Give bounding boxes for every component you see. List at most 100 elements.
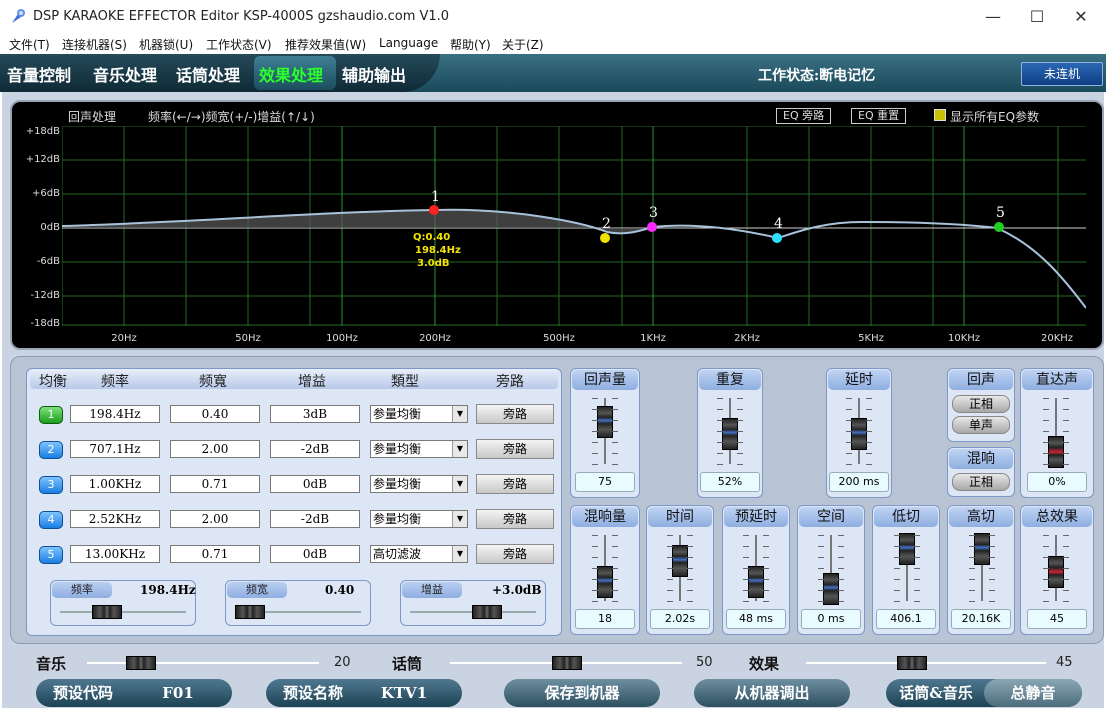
echo-mono-button[interactable]: 单声 — [952, 416, 1010, 434]
band-button-5[interactable]: 5 — [39, 546, 63, 564]
col-band: 均衡 — [39, 374, 67, 390]
eq-curve-graph[interactable] — [62, 126, 1086, 326]
bypass-button[interactable]: 旁路 — [476, 404, 554, 424]
highcut-value: 20.16K — [951, 609, 1011, 629]
close-button[interactable]: ✕ — [1058, 0, 1104, 34]
bypass-button[interactable]: 旁路 — [476, 474, 554, 494]
q-input[interactable]: 0.71 — [170, 475, 260, 493]
bw-slider-knob[interactable] — [235, 605, 265, 619]
gain-input[interactable]: 0dB — [270, 545, 360, 563]
eq-bypass-button[interactable]: EQ 旁路 — [776, 108, 832, 124]
menu-recommend[interactable]: 推荐效果值(W) — [285, 36, 366, 53]
type-select-value: 参量均衡 — [373, 407, 422, 421]
q-input[interactable]: 0.71 — [170, 545, 260, 563]
bw-slider-label: 频宽 — [227, 582, 287, 598]
bypass-button[interactable]: 旁路 — [476, 439, 554, 459]
chevron-down-icon[interactable]: ▼ — [452, 476, 467, 492]
echo-volume-knob[interactable] — [597, 406, 613, 438]
gain-slider-knob[interactable] — [472, 605, 502, 619]
band-button-2[interactable]: 2 — [39, 441, 63, 459]
q-input[interactable]: 0.40 — [170, 405, 260, 423]
slider-tick — [687, 557, 693, 558]
reverb-volume-knob[interactable] — [597, 566, 613, 598]
menu-connect[interactable]: 连接机器(S) — [62, 36, 127, 53]
delay-knob[interactable] — [851, 418, 867, 450]
save-to-device-button[interactable]: 保存到机器 — [504, 679, 660, 707]
x-tick-label: 5KHz — [858, 333, 884, 344]
connect-status-button[interactable]: 未连机 — [1021, 62, 1103, 86]
band-button-1[interactable]: 1 — [39, 406, 63, 424]
eq-title: 回声处理 — [68, 110, 117, 124]
tab-aux[interactable]: 辅助输出 — [342, 62, 406, 86]
slider-tick — [763, 579, 769, 580]
load-from-device-button[interactable]: 从机器调出 — [694, 679, 850, 707]
slider-tick — [1063, 442, 1069, 443]
menu-language[interactable]: Language — [379, 36, 438, 50]
chevron-down-icon[interactable]: ▼ — [452, 406, 467, 422]
slider-tick — [866, 409, 872, 410]
total-effect-knob[interactable] — [1048, 556, 1064, 588]
menu-file[interactable]: 文件(T) — [9, 36, 50, 53]
repeat-title: 重复 — [699, 370, 761, 390]
gain-input[interactable]: -2dB — [270, 440, 360, 458]
menu-work-status[interactable]: 工作状态(V) — [206, 36, 272, 53]
master-mute-button[interactable]: 总静音 — [984, 679, 1082, 707]
slider-tick — [969, 535, 975, 536]
chevron-down-icon[interactable]: ▼ — [452, 546, 467, 562]
gain-input[interactable]: 3dB — [270, 405, 360, 423]
music-slider-knob[interactable] — [126, 656, 156, 670]
menu-help[interactable]: 帮助(Y) — [450, 36, 491, 53]
slider-tick — [914, 568, 920, 569]
freq-input[interactable]: 13.00KHz — [70, 545, 160, 563]
q-input[interactable]: 2.00 — [170, 440, 260, 458]
predelay-knob[interactable] — [748, 566, 764, 598]
slider-tick — [612, 431, 618, 432]
freq-slider-knob[interactable] — [92, 605, 122, 619]
chevron-down-icon[interactable]: ▼ — [452, 441, 467, 457]
band-button-3[interactable]: 3 — [39, 476, 63, 494]
band-button-4[interactable]: 4 — [39, 511, 63, 529]
minimize-button[interactable]: — — [970, 0, 1016, 34]
reverb-phase-button[interactable]: 正相 — [952, 473, 1010, 491]
direct-value: 0% — [1027, 472, 1087, 492]
gain-input[interactable]: 0dB — [270, 475, 360, 493]
tab-music[interactable]: 音乐处理 — [93, 62, 157, 86]
space-knob[interactable] — [823, 573, 839, 605]
bypass-button[interactable]: 旁路 — [476, 509, 554, 529]
lowcut-knob[interactable] — [899, 533, 915, 565]
freq-input[interactable]: 1.00KHz — [70, 475, 160, 493]
highcut-knob[interactable] — [974, 533, 990, 565]
menu-lock[interactable]: 机器锁(U) — [139, 36, 193, 53]
gain-input[interactable]: -2dB — [270, 510, 360, 528]
menu-about[interactable]: 关于(Z) — [502, 36, 544, 53]
tab-volume[interactable]: 音量控制 — [7, 62, 71, 86]
slider-tick — [592, 420, 598, 421]
freq-input[interactable]: 2.52KHz — [70, 510, 160, 528]
effect-slider-knob[interactable] — [897, 656, 927, 670]
tab-mic[interactable]: 话筒处理 — [176, 62, 240, 86]
slider-tick — [1063, 409, 1069, 410]
freq-input[interactable]: 198.4Hz — [70, 405, 160, 423]
slider-tick — [717, 442, 723, 443]
reverb-volume-title: 混响量 — [572, 507, 638, 527]
slider-tick — [894, 579, 900, 580]
echo-phase-button[interactable]: 正相 — [952, 395, 1010, 413]
slider-tick — [818, 568, 824, 569]
mic-slider-knob[interactable] — [552, 656, 582, 670]
type-select-value: 参量均衡 — [373, 477, 422, 491]
eq-reset-button[interactable]: EQ 重置 — [851, 108, 907, 124]
q-input[interactable]: 2.00 — [170, 510, 260, 528]
chevron-down-icon[interactable]: ▼ — [452, 511, 467, 527]
slider-tick — [1063, 579, 1069, 580]
show-all-checkbox[interactable] — [934, 109, 946, 121]
tooltip-freq: 198.4Hz — [415, 245, 461, 256]
repeat-knob[interactable] — [722, 418, 738, 450]
freq-input[interactable]: 707.1Hz — [70, 440, 160, 458]
bypass-button[interactable]: 旁路 — [476, 544, 554, 564]
slider-tick — [1063, 601, 1069, 602]
maximize-button[interactable]: ☐ — [1014, 0, 1060, 34]
time-knob[interactable] — [672, 545, 688, 577]
mic-music-button[interactable]: 话筒&音乐 — [888, 679, 984, 707]
direct-knob[interactable] — [1048, 436, 1064, 468]
tab-effect[interactable]: 效果处理 — [259, 62, 323, 86]
